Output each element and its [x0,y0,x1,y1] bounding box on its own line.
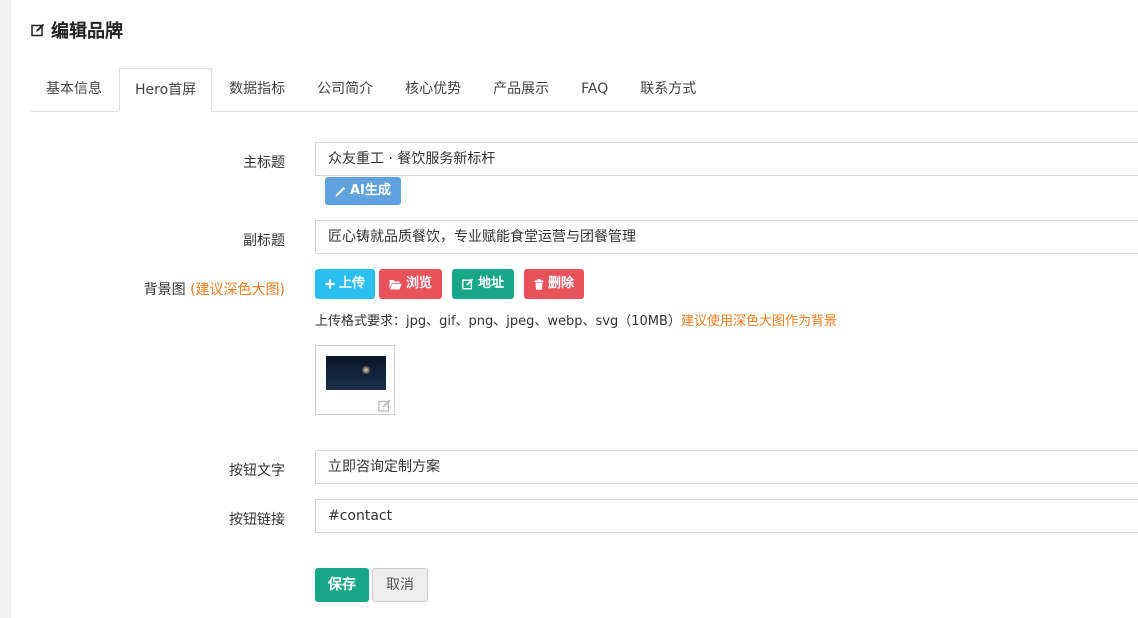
tab-contact[interactable]: 联系方式 [625,68,711,110]
tab-hero[interactable]: Hero首屏 [119,68,213,112]
delete-label: 删除 [548,276,575,291]
save-button[interactable]: 保存 [315,568,369,602]
browse-button[interactable]: 浏览 [379,269,443,299]
trash-icon [534,278,544,290]
address-label: 地址 [478,276,505,291]
tab-bar: 基本信息 Hero首屏 数据指标 公司简介 核心优势 产品展示 FAQ 联系方式 [31,68,1138,112]
tab-faq[interactable]: FAQ [566,68,623,110]
thumbnail-light [362,366,370,374]
edit-icon [462,278,474,290]
background-label-text: 背景图 [143,282,186,298]
main-title-input[interactable]: 众友重工 · 餐饮服务新标杆 [315,142,1138,176]
address-button[interactable]: 地址 [452,269,515,299]
upload-button[interactable]: 上传 [315,269,376,299]
upload-format-tip: 上传格式要求：jpg、gif、png、jpeg、webp、svg（10MB）建议… [315,310,837,329]
page-title: 编辑品牌 [31,18,123,42]
upload-label: 上传 [339,276,366,291]
subtitle-input[interactable]: 匠心铸就品质餐饮，专业赋能食堂运营与团餐管理 [315,220,1138,254]
tab-basic-info[interactable]: 基本信息 [31,68,117,110]
magic-wand-icon [335,186,346,197]
button-link-input[interactable]: #contact [315,499,1138,533]
tab-company-intro[interactable]: 公司简介 [302,68,388,110]
button-link-label: 按钮链接 [229,512,285,528]
ai-generate-button[interactable]: AI生成 [325,177,401,205]
edit-icon[interactable] [378,399,392,412]
delete-button[interactable]: 删除 [524,269,585,299]
background-hint: (建议深色大图) [190,282,285,298]
format-tip-text: 上传格式要求：jpg、gif、png、jpeg、webp、svg（10MB） [315,314,681,329]
background-thumbnail [326,356,386,390]
button-text-label: 按钮文字 [229,463,285,479]
ai-generate-label: AI生成 [350,183,391,198]
background-label: 背景图 (建议深色大图) [144,279,285,299]
edit-brand-panel: 编辑品牌 基本信息 Hero首屏 数据指标 公司简介 核心优势 产品展示 FAQ… [11,0,1138,618]
folder-open-icon [389,279,402,289]
edit-icon [31,23,45,37]
format-tip-highlight: 建议使用深色大图作为背景 [680,314,837,329]
browse-label: 浏览 [406,276,433,291]
plus-icon [325,279,335,289]
cancel-button[interactable]: 取消 [372,568,428,602]
subtitle-label: 副标题 [243,233,285,249]
tab-metrics[interactable]: 数据指标 [214,68,300,110]
tab-products[interactable]: 产品展示 [478,68,564,110]
button-text-input[interactable]: 立即咨询定制方案 [315,450,1138,484]
page-title-text: 编辑品牌 [51,21,123,42]
tab-core-advantages[interactable]: 核心优势 [390,68,476,110]
main-title-label: 主标题 [243,155,285,171]
background-image-preview[interactable] [315,345,395,415]
